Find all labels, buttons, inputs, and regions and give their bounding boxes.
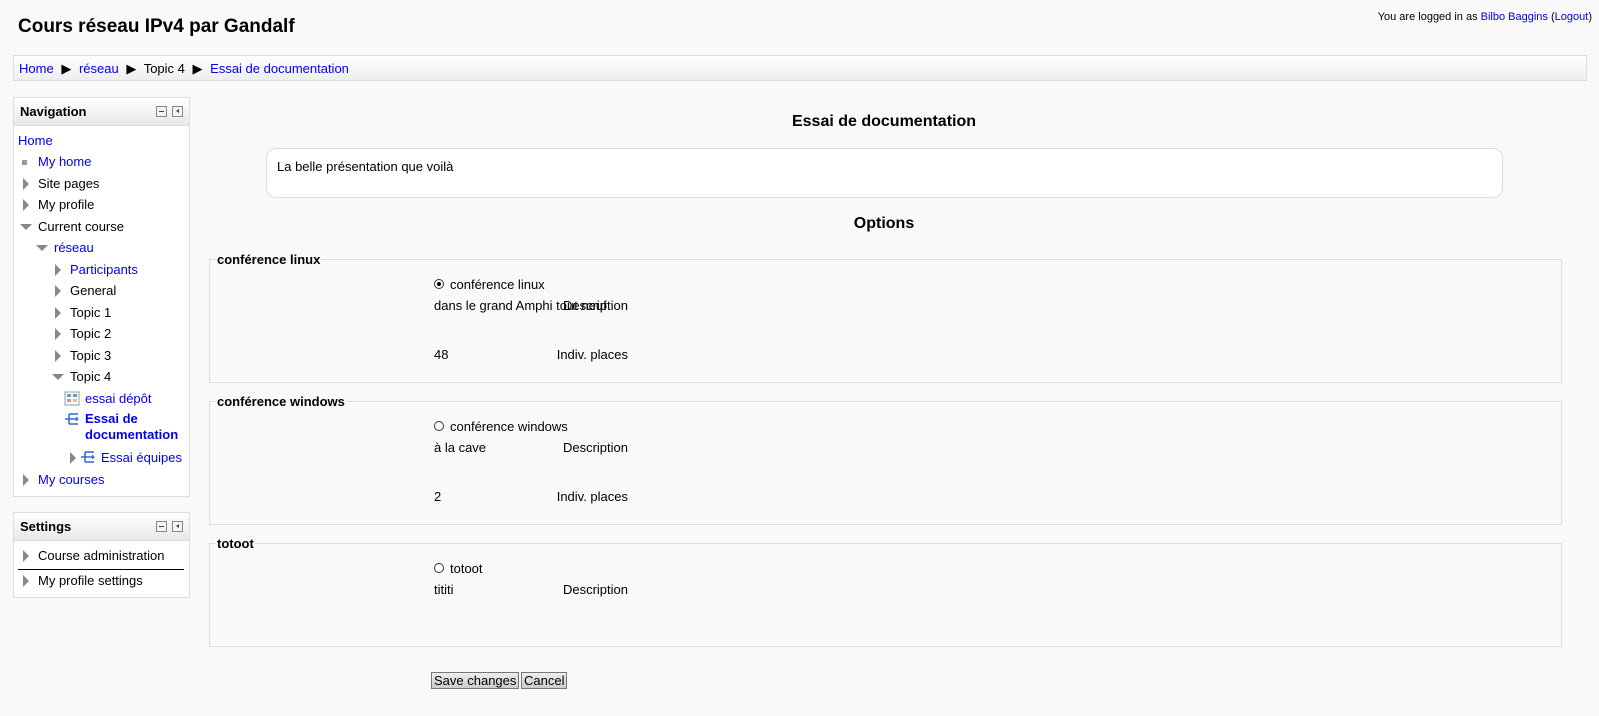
settings-course-admin[interactable]: Course administration (22, 547, 164, 565)
nav-essai-depot[interactable]: essai dépôt (85, 391, 152, 406)
login-info: You are logged in as Bilbo Baggins (Logo… (1377, 11, 1592, 23)
expand-icon[interactable] (55, 264, 61, 276)
expand-icon (23, 550, 29, 562)
choice-icon (65, 413, 79, 425)
choice-icon (81, 451, 95, 463)
nav-topic-2-label: Topic 2 (70, 326, 112, 341)
option-fieldset: conférence windows conférence windows De… (209, 394, 1562, 525)
intro-box: La belle présentation que voilà (266, 148, 1503, 198)
breadcrumb-home[interactable]: Home (19, 61, 54, 76)
nav-participants[interactable]: Participants (70, 262, 138, 277)
settings-header: Settings (14, 513, 189, 541)
expand-icon[interactable] (23, 474, 29, 486)
assignment-icon (64, 391, 80, 406)
breadcrumb-activity[interactable]: Essai de documentation (210, 61, 349, 76)
nav-site-pages[interactable]: Site pages (22, 175, 99, 193)
navigation-title: Navigation (20, 104, 87, 119)
expand-icon (55, 307, 61, 319)
breadcrumb-topic: Topic 4 (143, 61, 185, 76)
nav-my-courses[interactable]: My courses (38, 472, 104, 487)
description-value: dans le grand Amphi tout neuf (434, 298, 607, 313)
option-legend: conférence linux (216, 252, 322, 267)
breadcrumb-separator: ▶ (126, 61, 137, 76)
nav-my-home[interactable]: My home (38, 154, 91, 169)
intro-text: La belle présentation que voilà (277, 159, 454, 174)
collapse-block-icon[interactable] (156, 106, 167, 117)
nav-topic-3[interactable]: Topic 3 (54, 347, 111, 365)
expand-icon (23, 575, 29, 587)
activity-title: Essai de documentation (791, 113, 977, 130)
user-link[interactable]: Bilbo Baggins (1481, 11, 1548, 23)
divider (18, 569, 184, 570)
option-radio[interactable] (434, 421, 444, 431)
option-legend: totoot (216, 536, 255, 551)
option-radio-label[interactable]: conférence linux (450, 277, 545, 292)
description-label: Description (562, 440, 628, 455)
expand-icon (55, 350, 61, 362)
nav-general[interactable]: General (54, 282, 116, 300)
collapse-icon (52, 374, 64, 380)
settings-title: Settings (20, 519, 72, 534)
dock-block-icon[interactable] (172, 521, 183, 532)
nav-essai-doc-line2[interactable]: documentation (85, 427, 178, 442)
options-title: Options (853, 215, 915, 232)
places-label: Indiv. places (556, 347, 628, 362)
expand-icon (55, 328, 61, 340)
save-button[interactable]: Save changes (431, 672, 520, 689)
settings-block: Settings Course administration My profil… (13, 512, 190, 598)
expand-icon[interactable] (70, 452, 76, 464)
option-legend: conférence windows (216, 394, 346, 409)
nav-my-profile[interactable]: My profile (22, 196, 94, 214)
page-title: Cours réseau IPv4 par Gandalf (18, 16, 295, 37)
nav-topic-1-label: Topic 1 (70, 305, 112, 320)
nav-current-course[interactable]: Current course (20, 218, 124, 236)
login-prefix: You are logged in as (1377, 11, 1478, 23)
nav-my-profile-label: My profile (38, 197, 95, 212)
nav-topic-4[interactable]: Topic 4 (52, 368, 112, 386)
option-radio-label[interactable]: totoot (450, 561, 483, 576)
description-value: à la cave (434, 440, 487, 455)
description-value: tititi (434, 582, 454, 597)
expand-icon (23, 199, 29, 211)
nav-topic-4-label: Topic 4 (70, 369, 112, 384)
nav-home[interactable]: Home (18, 133, 53, 148)
navigation-header: Navigation (14, 98, 189, 126)
nav-general-label: General (70, 283, 117, 298)
breadcrumb-separator: ▶ (61, 61, 72, 76)
navigation-block: Navigation Home My home Site pages My pr… (13, 97, 190, 497)
nav-essai-doc-line1[interactable]: Essai de (85, 411, 138, 426)
expand-icon (23, 178, 29, 190)
option-radio[interactable] (434, 279, 444, 289)
breadcrumb-course[interactable]: réseau (79, 61, 119, 76)
places-value: 48 (434, 347, 449, 362)
nav-site-pages-label: Site pages (38, 176, 100, 191)
description-label: Description (562, 582, 628, 597)
dock-block-icon[interactable] (172, 106, 183, 117)
settings-profile[interactable]: My profile settings (22, 572, 143, 590)
breadcrumb-separator: ▶ (192, 61, 203, 76)
settings-profile-label: My profile settings (38, 573, 143, 588)
collapse-icon (20, 224, 32, 230)
places-value: 2 (434, 489, 442, 504)
expand-icon (55, 285, 61, 297)
logout-link[interactable]: Logout (1555, 11, 1589, 23)
breadcrumb: Home ▶ réseau ▶ Topic 4 ▶ Essai de docum… (13, 55, 1587, 81)
option-radio[interactable] (434, 563, 444, 573)
option-fieldset: totoot totoot Description tititi (209, 536, 1562, 647)
nav-topic-3-label: Topic 3 (70, 348, 112, 363)
nav-topic-2[interactable]: Topic 2 (54, 325, 111, 343)
option-radio-label[interactable]: conférence windows (450, 419, 568, 434)
nav-essai-equipes[interactable]: Essai équipes (101, 450, 182, 465)
nav-topic-1[interactable]: Topic 1 (54, 304, 111, 322)
bullet-icon (22, 160, 27, 165)
settings-course-admin-label: Course administration (38, 548, 165, 563)
nav-current-course-label: Current course (38, 219, 124, 234)
option-fieldset: conférence linux conférence linux Descri… (209, 252, 1562, 383)
cancel-button[interactable]: Cancel (521, 672, 568, 689)
nav-course[interactable]: réseau (54, 240, 94, 255)
collapse-icon[interactable] (36, 245, 48, 251)
places-label: Indiv. places (556, 489, 628, 504)
collapse-block-icon[interactable] (156, 521, 167, 532)
